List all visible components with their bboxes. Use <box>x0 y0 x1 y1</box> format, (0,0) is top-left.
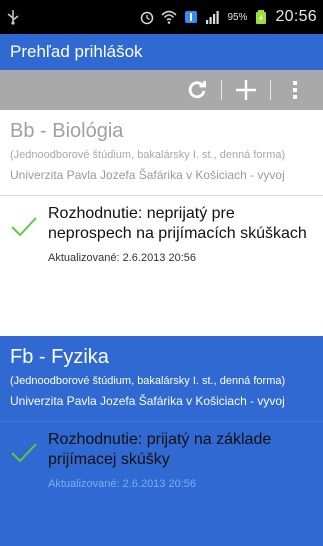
check-icon <box>11 443 37 463</box>
refresh-button[interactable] <box>179 70 215 110</box>
application-card-physics[interactable]: Fb - Fyzika (Jednoodborové štúdium, baka… <box>0 336 323 546</box>
alarm-icon <box>141 11 154 25</box>
refresh-icon <box>188 81 206 99</box>
status-bar: 95% 20:56 <box>0 0 323 34</box>
clock: 20:56 <box>275 8 317 25</box>
decision-text: Rozhodnutie: neprijatý pre neprospech na… <box>48 205 307 242</box>
add-icon <box>236 80 256 100</box>
decision-text: Rozhodnutie: prijatý na základe prijímac… <box>48 431 272 468</box>
toolbar-separator <box>221 80 222 100</box>
overflow-menu-icon <box>293 81 297 99</box>
subject-title: Fb - Fyzika <box>10 346 109 368</box>
wifi-icon <box>161 10 178 24</box>
study-program: (Jednoodborové štúdium, bakalársky I. st… <box>10 375 286 387</box>
battery-icon <box>256 10 267 24</box>
overflow-menu-button[interactable] <box>277 70 313 110</box>
application-card-biology[interactable]: Bb - Biológia (Jednoodborové štúdium, ba… <box>0 110 323 336</box>
usb-icon <box>7 10 19 25</box>
updated-timestamp: Aktualizované: 2.6.2013 20:56 <box>48 252 197 264</box>
university-name: Univerzita Pavla Jozefa Šafárika v Košic… <box>10 168 285 182</box>
toolbar-separator <box>270 80 271 100</box>
subject-title: Bb - Biológia <box>10 120 124 142</box>
app-title: Prehľad prihlášok <box>10 42 143 61</box>
toolbar <box>0 70 323 110</box>
check-icon <box>11 217 37 237</box>
battery-percent: 95% <box>227 11 248 23</box>
university-name: Univerzita Pavla Jozefa Šafárika v Košic… <box>10 394 285 408</box>
add-button[interactable] <box>228 70 264 110</box>
signal-icon <box>206 11 220 24</box>
data-icon <box>185 11 198 23</box>
updated-timestamp: Aktualizované: 2.6.2013 20:56 <box>48 478 197 490</box>
study-program: (Jednoodborové štúdium, bakalársky I. st… <box>10 149 286 161</box>
app-title-bar: Prehľad prihlášok <box>0 34 323 70</box>
